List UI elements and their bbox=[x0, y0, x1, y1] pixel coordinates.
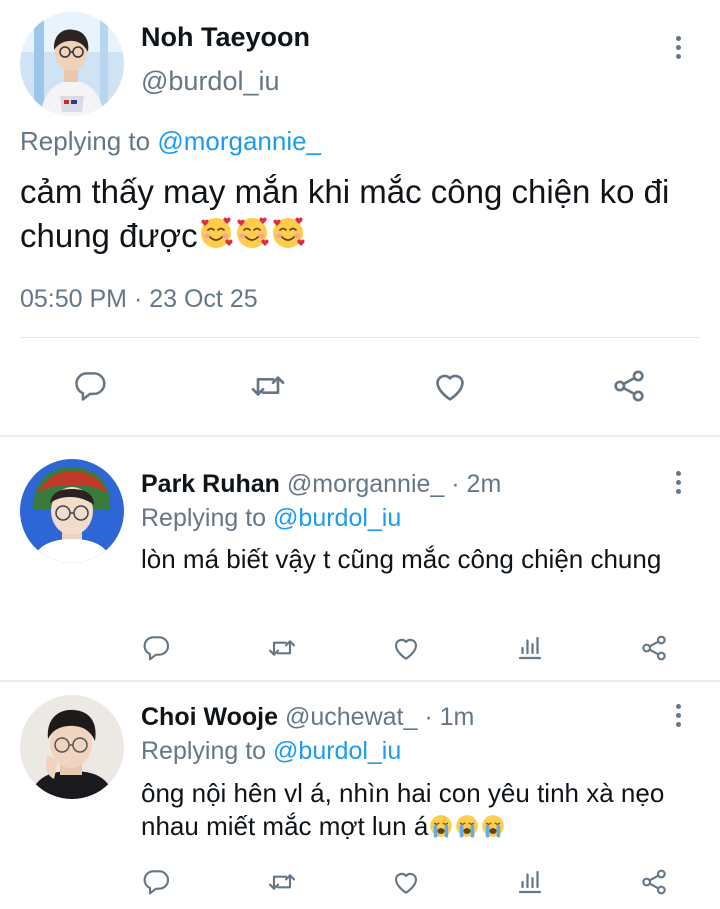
main-tweet: Noh Taeyoon @burdol_iu Replying to @morg… bbox=[0, 0, 720, 436]
reply-text-content: ông nội hên vl á, nhìn hai con yêu tinh … bbox=[141, 778, 665, 841]
more-options-icon[interactable] bbox=[663, 27, 693, 67]
like-icon[interactable] bbox=[388, 630, 424, 666]
replying-to-handle[interactable]: @burdol_iu bbox=[273, 737, 401, 765]
author-name[interactable]: Choi Wooje bbox=[141, 703, 278, 731]
reply-header: Choi Wooje @uchewat_ · 1m bbox=[141, 703, 474, 732]
reply-text: lòn má biết vậy t cũng mắc công chiện ch… bbox=[141, 544, 662, 574]
retweet-icon[interactable] bbox=[264, 630, 300, 666]
tweet-text: cảm thấy may mắn khi mắc công chiện ko đ… bbox=[20, 170, 710, 258]
reply-tweet: Choi Wooje @uchewat_ · 1m Replying to @b… bbox=[0, 682, 720, 909]
replying-to-handle[interactable]: @burdol_iu bbox=[273, 504, 401, 532]
share-icon[interactable] bbox=[607, 364, 651, 408]
more-options-icon[interactable] bbox=[663, 462, 693, 502]
analytics-icon[interactable] bbox=[512, 630, 548, 666]
like-icon[interactable] bbox=[428, 364, 472, 408]
loudly-crying-face-icon bbox=[428, 811, 506, 841]
reply-icon[interactable] bbox=[138, 630, 174, 666]
tweet-text-content: cảm thấy may mắn khi mắc công chiện ko đ… bbox=[20, 173, 670, 254]
reply-header: Park Ruhan @morgannie_ · 2m bbox=[141, 470, 501, 499]
avatar[interactable] bbox=[20, 459, 124, 563]
smiling-face-with-hearts-icon bbox=[198, 217, 306, 254]
replying-to: Replying to @burdol_iu bbox=[141, 737, 401, 766]
analytics-icon[interactable] bbox=[512, 864, 548, 900]
replying-to: Replying to @burdol_iu bbox=[141, 504, 401, 533]
author-handle[interactable]: @burdol_iu bbox=[141, 66, 280, 97]
author-name[interactable]: Park Ruhan bbox=[141, 470, 280, 498]
divider bbox=[20, 337, 700, 338]
share-icon[interactable] bbox=[636, 864, 672, 900]
avatar[interactable] bbox=[20, 12, 124, 116]
reply-time: · 1m bbox=[424, 703, 475, 731]
replying-to-label: Replying to bbox=[141, 737, 267, 765]
replying-to-handle[interactable]: @morgannie_ bbox=[157, 126, 321, 156]
replying-to-label: Replying to bbox=[20, 126, 151, 156]
reply-time: · 2m bbox=[451, 470, 502, 498]
retweet-icon[interactable] bbox=[246, 364, 290, 408]
retweet-icon[interactable] bbox=[264, 864, 300, 900]
more-options-icon[interactable] bbox=[663, 695, 693, 735]
author-handle[interactable]: @uchewat_ bbox=[285, 703, 417, 731]
share-icon[interactable] bbox=[636, 630, 672, 666]
reply-tweet: Park Ruhan @morgannie_ · 2m Replying to … bbox=[0, 437, 720, 680]
author-handle[interactable]: @morgannie_ bbox=[287, 470, 444, 498]
replying-to: Replying to @morgannie_ bbox=[20, 126, 321, 157]
replying-to-label: Replying to bbox=[141, 504, 267, 532]
like-icon[interactable] bbox=[388, 864, 424, 900]
tweet-timestamp: 05:50 PM · 23 Oct 25 bbox=[20, 285, 258, 313]
reply-text: ông nội hên vl á, nhìn hai con yêu tinh … bbox=[141, 777, 701, 843]
reply-icon[interactable] bbox=[68, 364, 112, 408]
reply-icon[interactable] bbox=[138, 864, 174, 900]
author-name[interactable]: Noh Taeyoon bbox=[141, 22, 310, 53]
avatar[interactable] bbox=[20, 695, 124, 799]
